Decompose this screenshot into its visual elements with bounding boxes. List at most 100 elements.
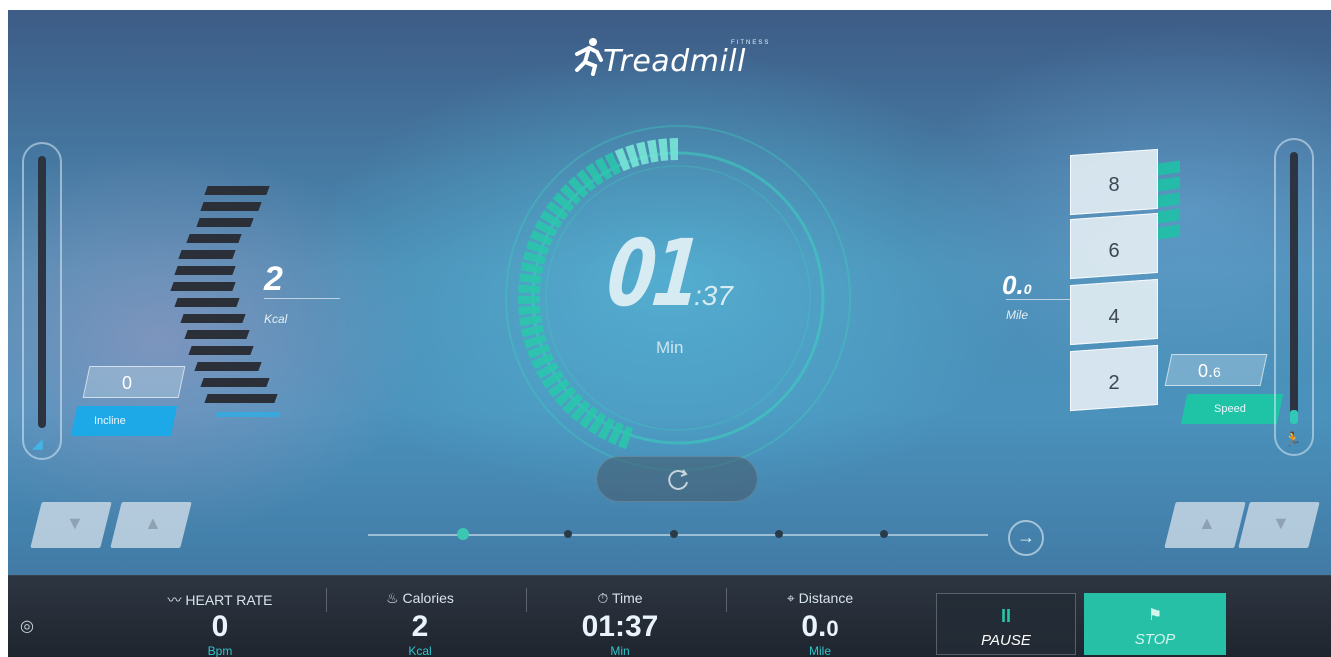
distance-value: 0.0 — [801, 610, 839, 643]
pager-dot-5[interactable] — [880, 530, 888, 538]
speed-scale-bar — [1158, 224, 1180, 240]
dial-segment — [647, 139, 659, 163]
heart-rate-stat: 〰 HEART RATE 0 Bpm — [120, 576, 320, 657]
pager-dot-4[interactable] — [775, 530, 783, 538]
pager-dot-2[interactable] — [564, 530, 572, 538]
treadmill-screen: Treadmill FITNESS ◢ 2 Kcal 0 Incline 01 … — [8, 10, 1331, 657]
arrow-up-icon: ▲ — [1198, 513, 1216, 533]
speed-preset-label: 2 — [1108, 372, 1120, 394]
incline-label: Incline — [94, 415, 126, 427]
runner-logo-icon — [575, 38, 603, 76]
mile-unit: Mile — [1006, 308, 1029, 322]
refresh-icon — [668, 469, 688, 490]
kcal-value: 2 — [264, 260, 283, 298]
speed-scale-bar — [1158, 160, 1180, 176]
incline-track — [38, 156, 46, 428]
dial-segment — [669, 138, 678, 161]
time-value: 01:37 — [581, 610, 659, 643]
calories-value: 2 — [411, 610, 429, 643]
treadmill-logo: Treadmill FITNESS — [563, 30, 783, 90]
speed-scale-bar — [1158, 176, 1180, 192]
stop-label: STOP — [1134, 631, 1176, 648]
time-stat: ⏱ Time 01:37 Min — [520, 576, 720, 657]
dial-segment — [518, 272, 542, 284]
heartbeat-icon: 〰 — [167, 592, 186, 608]
dial-segment — [518, 295, 541, 304]
dial-segment — [518, 284, 541, 294]
speed-label: Speed — [1214, 403, 1246, 415]
stair-step — [180, 314, 246, 323]
speed-scale-bar — [1158, 208, 1180, 224]
pause-label: PAUSE — [981, 632, 1031, 649]
heart-rate-value: 0 — [211, 610, 229, 643]
dial-unit: Min — [656, 338, 684, 357]
speed-scale-bar — [1158, 192, 1180, 208]
workout-dial: 01 :37 Min — [478, 108, 878, 488]
stair-step — [186, 234, 242, 243]
runner-icon: 🏃 — [1284, 431, 1302, 447]
pause-icon: II — [1000, 606, 1011, 626]
pager-dot-3[interactable] — [670, 530, 678, 538]
stair-step — [200, 378, 270, 387]
time-unit: Min — [610, 644, 630, 657]
distance-unit: Mile — [808, 644, 831, 657]
stair-step — [200, 202, 262, 211]
dial-seconds: :37 — [694, 280, 733, 311]
kcal-divider — [264, 298, 340, 299]
pager-dot-1[interactable] — [457, 528, 469, 540]
speed-preset-label: 4 — [1108, 306, 1120, 328]
dial-segment — [520, 261, 544, 275]
incline-icon: ◢ — [32, 435, 43, 451]
heart-rate-unit: Bpm — [207, 644, 233, 657]
distance-stat: ⌖ Distance 0.0 Mile — [720, 576, 920, 657]
dial-segment — [519, 315, 543, 327]
arrow-down-icon: ▼ — [66, 513, 84, 533]
location-icon: ⌖ — [786, 590, 799, 606]
stair-step — [174, 266, 236, 275]
dial-segment — [658, 138, 669, 162]
heart-rate-label: 〰 HEART RATE — [167, 592, 273, 608]
dial-minutes: 01 — [602, 220, 704, 327]
pause-button[interactable]: II PAUSE — [936, 593, 1076, 655]
speed-preset-label: 8 — [1108, 174, 1120, 196]
speed-level-fill — [1290, 410, 1298, 424]
stair-step — [170, 282, 236, 291]
arrow-up-icon: ▲ — [144, 513, 162, 533]
stair-step — [174, 298, 240, 307]
stopwatch-icon: ⏱ — [597, 590, 612, 606]
distance-label: ⌖ Distance — [786, 590, 854, 606]
speed-value: 0.6 — [1198, 361, 1221, 381]
stair-step — [204, 186, 270, 195]
incline-value: 0 — [122, 373, 133, 393]
speed-track — [1290, 152, 1298, 424]
incline-value-box — [82, 366, 186, 398]
dial-segment — [518, 305, 541, 316]
stair-step — [178, 250, 236, 259]
stop-button[interactable]: ⚑ STOP — [1084, 593, 1226, 655]
arrow-right-circle-icon: → — [1017, 527, 1035, 547]
incline-level-bar[interactable]: ◢ — [22, 142, 62, 460]
calories-stat: ♨ Calories 2 Kcal — [320, 576, 520, 657]
refresh-button[interactable] — [596, 456, 758, 502]
stair-base — [215, 412, 281, 417]
time-label: ⏱ Time — [597, 590, 643, 606]
mile-value: 0.0 — [1002, 270, 1032, 300]
music-icon[interactable]: ◎ — [20, 616, 34, 636]
arrow-down-icon: ▼ — [1272, 513, 1290, 533]
kcal-unit: Kcal — [264, 312, 288, 326]
flag-icon: ⚑ — [1147, 607, 1163, 624]
speed-level-bar[interactable]: 🏃 — [1274, 138, 1314, 456]
flame-icon: ♨ — [386, 590, 403, 606]
stair-step — [184, 330, 250, 339]
pager-next-button[interactable]: → — [1008, 520, 1044, 556]
speed-preset-label: 6 — [1108, 240, 1120, 262]
calories-unit: Kcal — [408, 644, 432, 657]
stair-step — [196, 218, 254, 227]
logo-subtitle: FITNESS — [731, 40, 771, 46]
stair-step — [188, 346, 254, 355]
stair-step — [194, 362, 262, 371]
calories-label: ♨ Calories — [386, 590, 454, 606]
logo-text: Treadmill — [603, 44, 746, 79]
mile-divider — [1006, 299, 1072, 300]
stair-step — [204, 394, 278, 403]
